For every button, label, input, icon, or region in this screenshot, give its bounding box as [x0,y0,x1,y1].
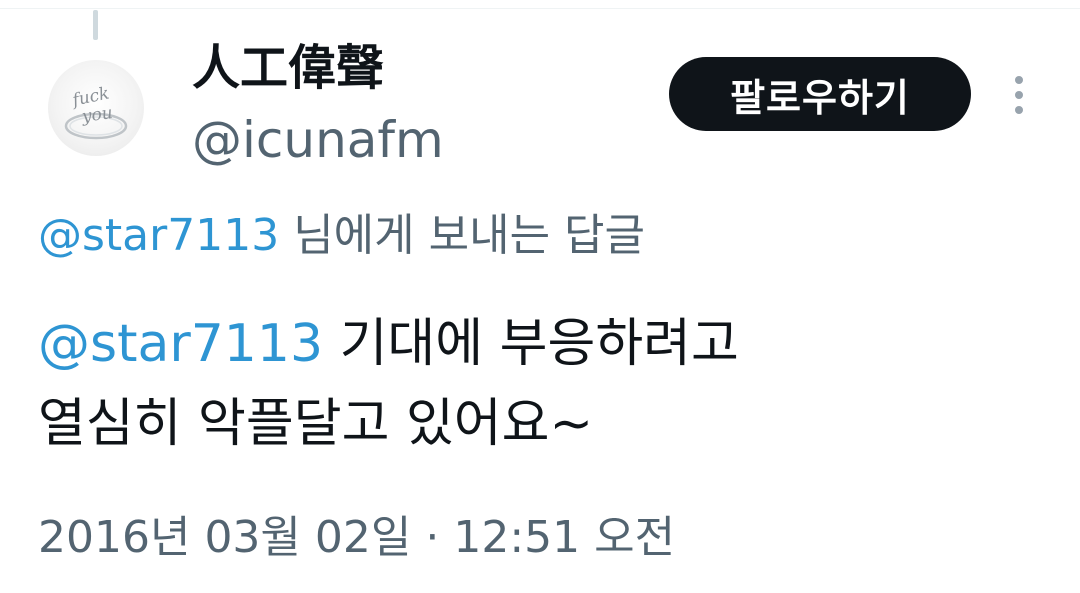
tweet-timestamp: 2016년 03월 02일 · 12:51 오전 [38,506,675,570]
thread-connector-line [93,10,98,40]
follow-button-label: 팔로우하기 [730,75,910,120]
tweet-line-2: 열심히 악플달고 있어요~ [38,394,594,454]
more-dot [1015,76,1023,84]
reply-context: @star7113 님에게 보내는 답글 [38,206,645,266]
more-dot [1015,106,1023,114]
tweet-line-1: @star7113 기대에 부응하려고 [38,304,1038,384]
avatar[interactable]: fuck you [48,60,144,156]
avatar-inscription-2: you [80,103,114,127]
more-vertical-icon [1015,76,1023,114]
timestamp-time[interactable]: 12:51 오전 [453,512,675,563]
reply-mention-link[interactable]: @star7113 [38,210,279,261]
timestamp-separator: · [411,512,454,563]
user-handle[interactable]: @icunafm [192,108,444,172]
reply-context-text: 님에게 보내는 답글 [279,210,646,261]
top-divider [0,8,1080,9]
tweet-line-1-text: 기대에 부응하려고 [323,314,739,374]
tweet-body: @star7113 기대에 부응하려고 열심히 악플달고 있어요~ [38,304,1038,464]
follow-button[interactable]: 팔로우하기 [669,57,971,131]
ring-avatar-icon: fuck you [64,83,128,140]
display-name[interactable]: 人工偉聲 [192,38,384,98]
tweet-mention-link[interactable]: @star7113 [38,314,323,374]
more-options-button[interactable] [1004,70,1034,120]
timestamp-date[interactable]: 2016년 03월 02일 [38,512,411,563]
more-dot [1015,91,1023,99]
